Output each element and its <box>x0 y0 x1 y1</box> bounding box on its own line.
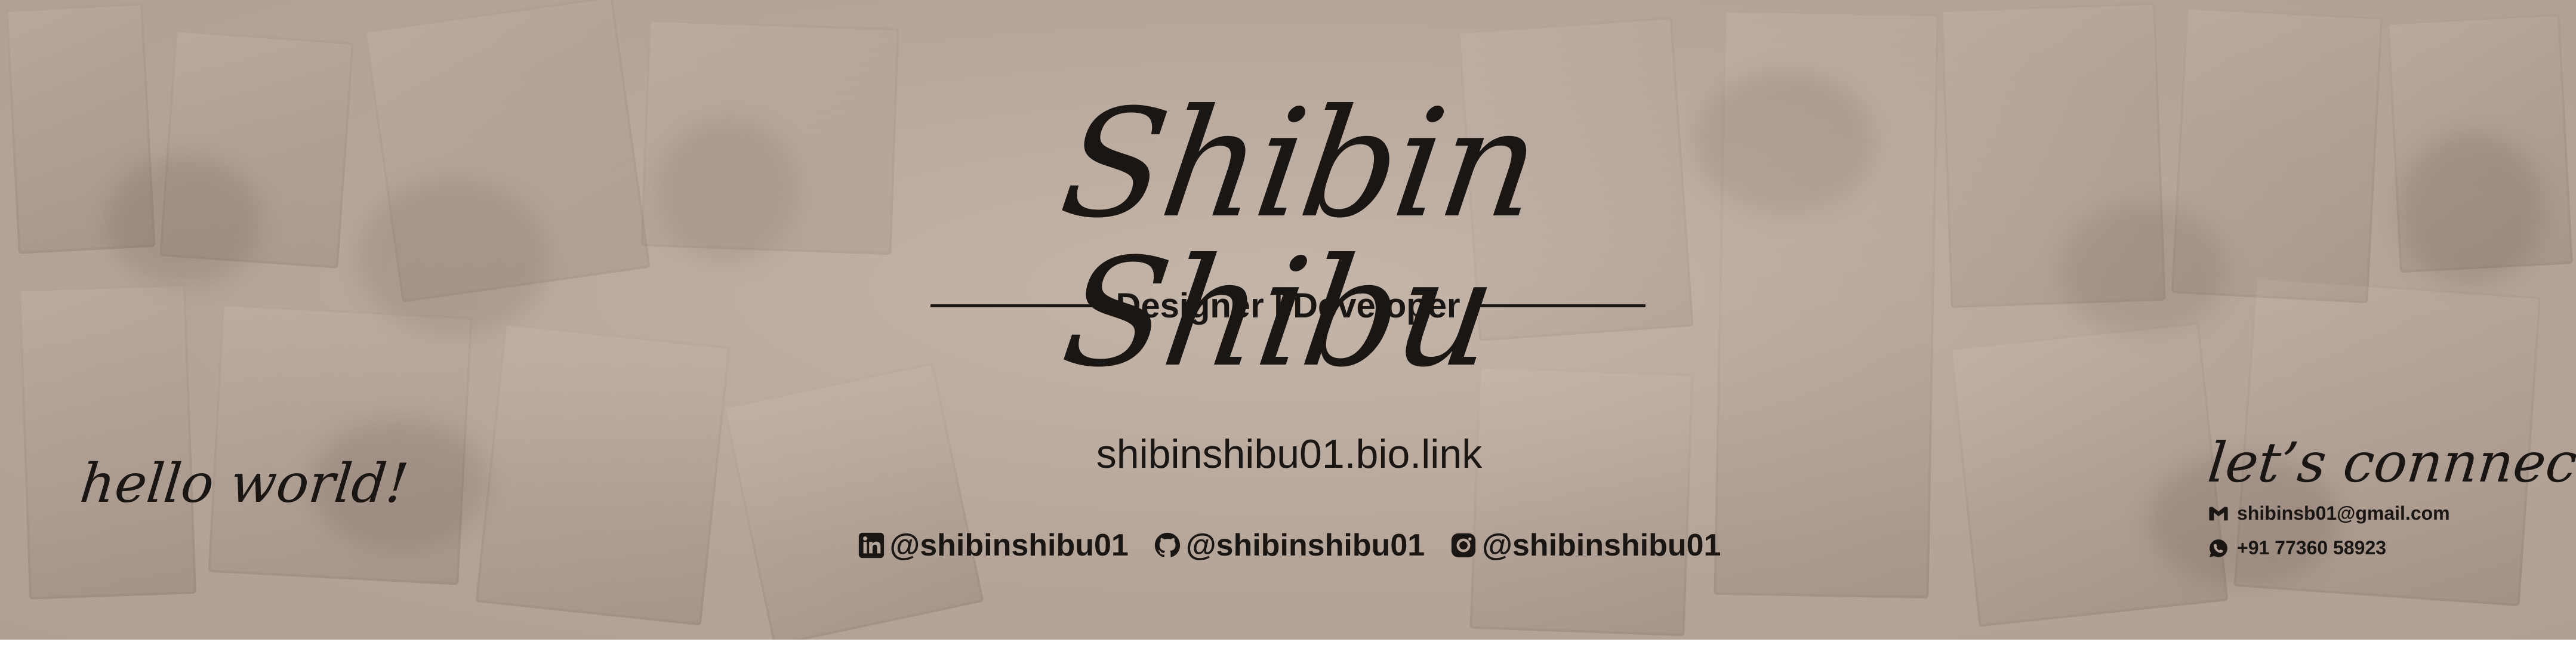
phone-contact[interactable]: +91 77360 58923 <box>2208 537 2386 559</box>
linkedin-icon <box>858 532 884 558</box>
gmail-icon <box>2209 507 2228 520</box>
instagram-link[interactable]: @shibinshibu01 <box>1450 527 1721 563</box>
connect-heading: let’s connnect! <box>2205 431 2576 495</box>
social-links: @shibinshibu01 @shibinshibu01 @shibinshi… <box>858 524 1721 567</box>
github-icon <box>1154 532 1180 557</box>
instagram-icon <box>1452 533 1476 558</box>
linkedin-handle: @shibinshibu01 <box>889 528 1129 563</box>
phone-text: +91 77360 58923 <box>2237 537 2387 558</box>
profile-name: Shibin Shibu <box>1052 77 1548 400</box>
whatsapp-icon <box>2210 539 2227 557</box>
divider-right <box>1478 304 1646 307</box>
role-title: Designer | Developer <box>1116 286 1460 325</box>
role-row: Designer | Developer <box>906 282 1670 329</box>
greeting-text: hello world! <box>77 452 411 515</box>
bio-link[interactable]: shibinshibu01.bio.link <box>991 431 1588 477</box>
github-link[interactable]: @shibinshibu01 <box>1154 527 1425 563</box>
email-text: shibinsb01@gmail.com <box>2237 502 2450 524</box>
github-handle: @shibinshibu01 <box>1185 528 1425 563</box>
instagram-handle: @shibinshibu01 <box>1482 528 1721 563</box>
email-contact[interactable]: shibinsb01@gmail.com <box>2208 502 2450 524</box>
linkedin-link[interactable]: @shibinshibu01 <box>858 527 1129 563</box>
divider-left <box>930 304 1098 307</box>
profile-banner: Shibin Shibu Designer | Developer shibin… <box>0 0 2576 640</box>
